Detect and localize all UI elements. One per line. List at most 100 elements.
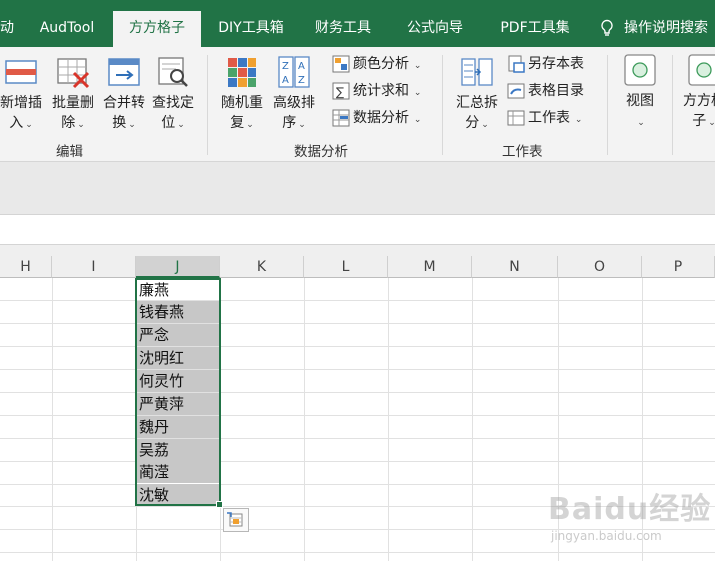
cell-j-selected[interactable]: 魏丹 [136, 416, 220, 438]
advanced-sort-button[interactable]: Z A A Z 高级排 序 ⌄ [268, 55, 320, 135]
batch-delete-icon [57, 58, 90, 89]
summary-split-line1: 汇总拆 [456, 95, 498, 111]
column-header[interactable]: O [558, 256, 642, 278]
group-label-edit: 编辑 [56, 144, 83, 160]
help-search-text: 操作说明搜索 [624, 20, 708, 36]
tab-formula-wizard[interactable]: 公式向导 [392, 11, 478, 47]
group-separator [207, 55, 208, 155]
stat-sum-button[interactable]: ∑ 统计求和 ⌄ [332, 79, 421, 103]
fangfang-button[interactable]: 方方格 子⌄ [680, 53, 715, 133]
random-repeat-icon [228, 58, 256, 87]
column-header[interactable]: I [52, 256, 136, 278]
watermark-url: jingyan.baidu.com [551, 529, 662, 543]
column-header[interactable]: H [0, 256, 52, 278]
worksheet-icon [507, 110, 525, 126]
merge-convert-button[interactable]: 合并转 换 ⌄ [99, 55, 149, 135]
grid-line [0, 369, 715, 370]
column-header[interactable]: P [642, 256, 715, 278]
advanced-sort-line2: 序 [282, 115, 297, 131]
grid-line [0, 392, 715, 393]
cell-j-selected[interactable]: 何灵竹 [136, 370, 220, 392]
group-separator [442, 55, 443, 155]
merge-convert-line2: 换 [112, 115, 127, 131]
merge-convert-line1: 合并转 [103, 95, 145, 111]
grid-line [0, 461, 715, 462]
find-locate-button[interactable]: 查找定 位 ⌄ [148, 55, 198, 135]
worksheet-label: 工作表 [528, 110, 570, 126]
chevron-down-icon: ⌄ [128, 120, 136, 130]
fill-handle[interactable] [216, 501, 223, 508]
cell-j-selected[interactable]: 严黄萍 [136, 393, 220, 415]
save-sheet-button[interactable]: 另存本表 [507, 52, 584, 76]
quick-analysis-button[interactable] [223, 508, 249, 532]
column-header[interactable]: L [304, 256, 388, 278]
column-header[interactable]: N [472, 256, 558, 278]
table-catalog-button[interactable]: 表格目录 [507, 79, 584, 103]
chevron-down-icon: ⌄ [708, 118, 715, 128]
help-search[interactable]: 操作说明搜索 [600, 11, 708, 45]
cell-j-selected[interactable]: 沈敏 [136, 484, 220, 506]
column-header[interactable]: M [388, 256, 472, 278]
fangfang-line2: 子 [692, 113, 707, 129]
view-label: 视图 [626, 93, 654, 109]
random-repeat-button[interactable]: 随机重 复 ⌄ [216, 55, 268, 135]
find-locate-line1: 查找定 [152, 95, 194, 111]
tab-diy-toolbox[interactable]: DIY工具箱 [207, 11, 295, 47]
sum-icon: ∑ [332, 82, 350, 100]
merge-convert-icon [108, 58, 140, 86]
chevron-down-icon: ⌄ [411, 61, 422, 71]
data-grid-icon [332, 109, 350, 127]
svg-text:A: A [282, 75, 289, 86]
view-icon [624, 54, 656, 86]
grid-line [472, 278, 473, 561]
grid-line [304, 278, 305, 561]
grid-line [0, 415, 715, 416]
color-analysis-label: 颜色分析 [353, 56, 409, 72]
cell-j-selected[interactable]: 钱春燕 [136, 301, 220, 323]
data-analysis-button[interactable]: 数据分析 ⌄ [332, 106, 421, 130]
column-header-selected[interactable]: J [136, 256, 220, 278]
cell-j-selected[interactable]: 吴荔 [136, 439, 220, 461]
fangfang-line1: 方方格 [683, 93, 715, 109]
summary-split-icon [461, 58, 493, 86]
grid-line [0, 438, 715, 439]
tab-partial[interactable]: 动 [0, 11, 14, 47]
quick-analysis-icon [227, 512, 243, 527]
chevron-down-icon: ⌄ [411, 88, 422, 98]
group-label-analysis: 数据分析 [294, 144, 348, 160]
save-sheet-label: 另存本表 [528, 56, 584, 72]
batch-delete-button[interactable]: 批量删 除 ⌄ [48, 55, 98, 135]
cell-j-selected[interactable]: 严念 [136, 324, 220, 346]
worksheet-button[interactable]: 工作表 ⌄ [507, 106, 582, 130]
tab-pdf-tools[interactable]: PDF工具集 [487, 11, 583, 47]
svg-text:∑: ∑ [336, 85, 344, 99]
watermark-logo: Baidu经验 [548, 492, 712, 527]
stat-sum-label: 统计求和 [353, 83, 409, 99]
svg-text:A: A [298, 61, 305, 72]
column-header[interactable]: K [220, 256, 304, 278]
summary-split-line2: 分 [465, 115, 480, 131]
insert-button[interactable]: 新增插 入 ⌄ [0, 55, 46, 135]
color-analysis-button[interactable]: 颜色分析 ⌄ [332, 52, 421, 76]
chevron-down-icon: ⌄ [177, 120, 185, 130]
summary-split-button[interactable]: 汇总拆 分 ⌄ [452, 55, 502, 135]
cell-j-selected[interactable]: 蔺滢 [136, 461, 220, 483]
chevron-down-icon: ⌄ [298, 120, 306, 130]
tab-fangfang[interactable]: 方方格子 [113, 11, 201, 47]
formula-bar[interactable] [0, 214, 715, 245]
cell-j-selected[interactable]: 沈明红 [136, 347, 220, 369]
ribbon-tab-bar: 动 AudTool 方方格子 DIY工具箱 财务工具 公式向导 PDF工具集 操… [0, 0, 715, 47]
lightbulb-icon [601, 19, 613, 36]
group-label-worksheet: 工作表 [502, 144, 543, 160]
grid-line [388, 278, 389, 561]
chevron-down-icon: ⌄ [572, 115, 583, 125]
fangfang-icon [688, 54, 715, 86]
tab-finance-tools[interactable]: 财务工具 [303, 11, 383, 47]
view-button[interactable]: 视图 ⌄ [616, 53, 664, 133]
grid-line [220, 278, 221, 561]
insert-button-line1: 新增插 [0, 95, 42, 111]
tab-audtool[interactable]: AudTool [27, 11, 107, 47]
ribbon: 新增插 入 ⌄ 批量删 除 ⌄ 合并转 换 ⌄ 查找定 位 ⌄ 编辑 随机重 复… [0, 47, 715, 162]
chevron-down-icon: ⌄ [246, 120, 254, 130]
cell-j-active[interactable]: 廉燕 [136, 279, 220, 301]
